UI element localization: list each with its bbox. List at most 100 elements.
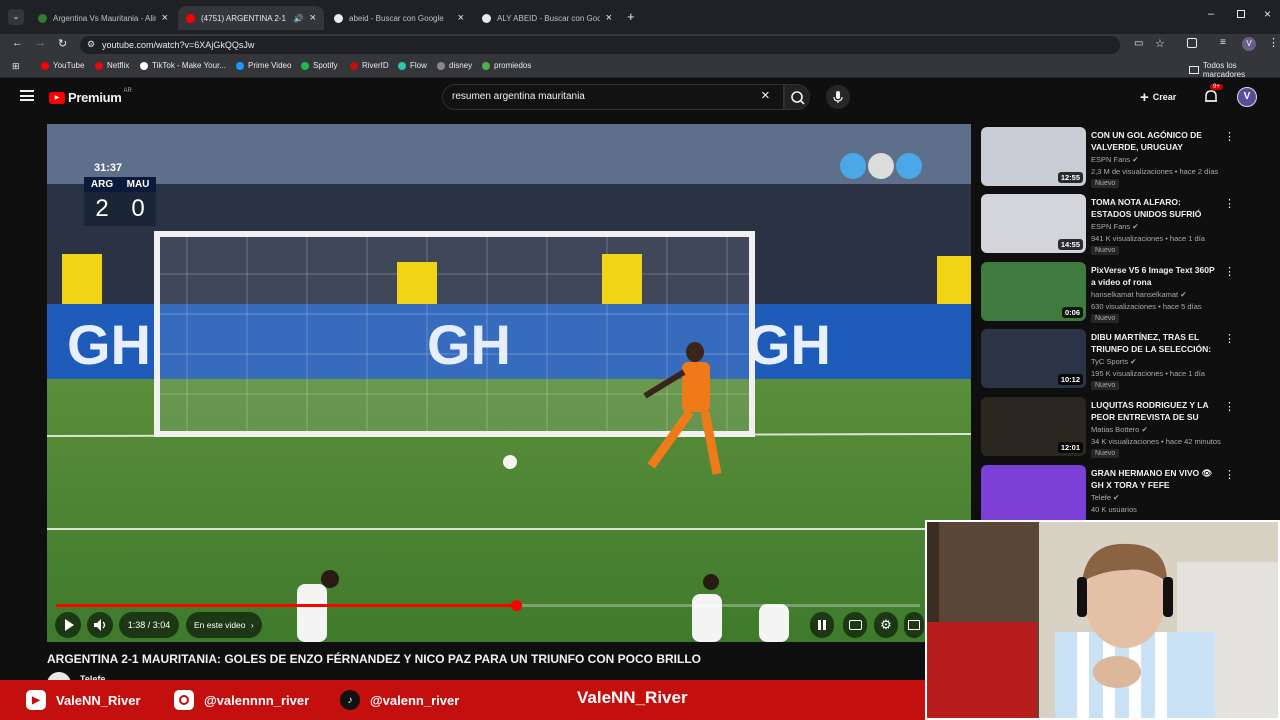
search-input[interactable]: resumen argentina mauritania × <box>442 84 784 110</box>
youtube-logo[interactable]: ▶ Premium AR <box>49 88 132 105</box>
forward-arrow-icon[interactable]: → <box>35 37 46 49</box>
recommendation-item[interactable]: GRAN HERMANO EN VIVO 👁 GH X TORA Y FEFE T… <box>981 465 1241 527</box>
tab-favicon-icon <box>186 13 195 23</box>
social-instagram: @valennnn_river <box>174 690 309 710</box>
settings-button[interactable]: ⚙ <box>874 612 898 638</box>
video-thumbnail[interactable]: 14:55 <box>981 194 1086 253</box>
bookmark-disney[interactable]: disney <box>437 61 472 70</box>
video-thumbnail[interactable]: 0:06 <box>981 262 1086 321</box>
bookmark-tiktok[interactable]: TikTok - Make Your... <box>140 61 226 70</box>
volume-button[interactable] <box>87 612 113 638</box>
bookmark-netflix[interactable]: Netflix <box>95 61 129 70</box>
video-thumbnail[interactable]: 10:12 <box>981 329 1086 388</box>
bookmark-promiedos[interactable]: promiedos <box>482 61 531 70</box>
video-thumbnail[interactable]: 12:55 <box>981 127 1086 186</box>
tab-search-button[interactable]: ⌄ <box>8 9 24 25</box>
maximize-button[interactable] <box>1237 10 1245 18</box>
recommendation-title[interactable]: TOMA NOTA ALFARO: ESTADOS UNIDOS SUFRIÓ … <box>1091 196 1217 220</box>
social-youtube: ▶ ValeNN_River <box>26 690 141 710</box>
more-options-icon[interactable]: ⋮ <box>1224 265 1235 278</box>
recommendation-channel[interactable]: Telefe ✔ <box>1091 493 1119 502</box>
video-thumbnail[interactable] <box>981 465 1086 524</box>
browser-tab-2[interactable]: abeid - Buscar con Google × <box>326 6 472 30</box>
minimize-button[interactable]: – <box>1208 8 1214 20</box>
search-button[interactable] <box>784 84 810 110</box>
reload-icon[interactable]: ↻ <box>58 37 67 50</box>
verified-icon: ✔ <box>1113 493 1120 502</box>
tiktok-icon: ♪ <box>340 690 360 710</box>
recommendation-channel[interactable]: ESPN Fans ✔ <box>1091 222 1139 231</box>
recommendation-title[interactable]: PixVerse V5 6 Image Text 360P a video of… <box>1091 264 1217 288</box>
recommendation-channel[interactable]: hanselkamat hanselkamat ✔ <box>1091 290 1187 299</box>
bookmark-riverid[interactable]: RiverID <box>350 61 389 70</box>
audio-icon[interactable]: 🔊 <box>294 14 304 23</box>
recommendation-item[interactable]: 0:06 PixVerse V5 6 Image Text 360P a vide… <box>981 262 1241 324</box>
more-options-icon[interactable]: ⋮ <box>1224 197 1235 210</box>
browser-tab-0[interactable]: Argentina Vs Mauritania - Aline × <box>30 6 176 30</box>
tab-title: (4751) ARGENTINA 2-1 MA <box>201 13 288 23</box>
bookmark-youtube[interactable]: YouTube <box>41 61 84 70</box>
video-progress-bar[interactable] <box>56 600 920 611</box>
more-options-icon[interactable]: ⋮ <box>1224 332 1235 345</box>
all-bookmarks-label: Todos los marcadores <box>1202 61 1246 79</box>
more-options-icon[interactable]: ⋮ <box>1224 130 1235 143</box>
spotify-icon <box>301 61 309 70</box>
recommendation-channel[interactable]: Matias Bottero ✔ <box>1091 425 1148 434</box>
recommendation-channel[interactable]: ESPN Fans ✔ <box>1091 155 1139 164</box>
recommendation-item[interactable]: 12:01 LUQUITAS RODRIGUEZ Y LA PEOR ENTREV… <box>981 397 1241 459</box>
promiedos-icon <box>482 61 490 70</box>
bookmark-star-icon[interactable]: ☆ <box>1155 37 1165 50</box>
recommendation-item[interactable]: 10:12 DIBU MARTÍNEZ, TRAS EL TRIUNFO DE L… <box>981 329 1241 391</box>
recommendation-title[interactable]: DIBU MARTÍNEZ, TRAS EL TRIUNFO DE LA SEL… <box>1091 331 1217 355</box>
browser-tab-3[interactable]: ALY ABEID - Buscar con Google × <box>474 6 620 30</box>
gear-icon: ⚙ <box>880 617 892 632</box>
video-player[interactable]: GH GH GH <box>47 124 971 642</box>
close-icon[interactable]: × <box>162 12 168 24</box>
chapter-button[interactable]: En este video › <box>186 612 262 638</box>
bookmark-flow[interactable]: Flow <box>398 61 427 70</box>
video-thumbnail[interactable]: 12:01 <box>981 397 1086 456</box>
close-icon[interactable]: × <box>606 12 612 24</box>
recommendation-title[interactable]: LUQUITAS RODRIGUEZ Y LA PEOR ENTREVISTA … <box>1091 399 1217 423</box>
extensions-icon[interactable] <box>1187 38 1197 48</box>
profile-avatar[interactable]: V <box>1242 37 1256 51</box>
site-info-icon[interactable]: ⚙ <box>87 39 95 50</box>
recommendation-item[interactable]: 14:55 TOMA NOTA ALFARO: ESTADOS UNIDOS SU… <box>981 194 1241 256</box>
recommendation-title[interactable]: GRAN HERMANO EN VIVO 👁 GH X TORA Y FEFE <box>1091 467 1217 491</box>
recommendation-channel[interactable]: TyC Sports ✔ <box>1091 357 1136 366</box>
browser-tab-1[interactable]: (4751) ARGENTINA 2-1 MA 🔊 × <box>178 6 324 30</box>
apps-icon[interactable]: ⊞ <box>12 61 20 72</box>
cast-icon[interactable]: ▭ <box>1134 38 1143 49</box>
notifications-button[interactable]: 9+ <box>1202 84 1223 106</box>
menu-icon[interactable]: ⋮ <box>1268 36 1279 49</box>
recommendation-meta: 34 K visualizaciones • hace 42 minutos <box>1091 437 1221 446</box>
new-tab-button[interactable]: + <box>627 9 635 24</box>
bell-icon <box>1205 90 1217 102</box>
miniplayer-button[interactable] <box>904 612 924 638</box>
account-avatar[interactable]: V <box>1237 87 1257 107</box>
close-window-button[interactable]: × <box>1264 7 1271 21</box>
clear-search-icon[interactable]: × <box>761 87 770 104</box>
close-icon[interactable]: × <box>458 12 464 24</box>
voice-search-button[interactable] <box>826 85 850 109</box>
autoplay-toggle[interactable] <box>810 612 834 638</box>
recommendation-title[interactable]: CON UN GOL AGÓNICO DE VALVERDE, URUGUAY … <box>1091 129 1217 153</box>
bookmark-prime-video[interactable]: Prime Video <box>236 61 291 70</box>
more-options-icon[interactable]: ⋮ <box>1224 400 1235 413</box>
bookmark-label: TikTok - Make Your... <box>152 61 226 70</box>
all-bookmarks[interactable]: Todos los marcadores <box>1189 61 1280 79</box>
address-bar[interactable]: ⚙ youtube.com/watch?v=6XAjGkQQsJw ▭ <box>80 36 1143 54</box>
instagram-icon <box>174 690 194 710</box>
back-arrow-icon[interactable]: ← <box>12 37 23 49</box>
media-icon[interactable]: ≡ <box>1220 37 1226 48</box>
volume-icon <box>94 619 106 631</box>
subtitles-button[interactable] <box>843 612 867 638</box>
tab-favicon-icon <box>482 13 491 23</box>
play-button[interactable] <box>55 612 81 638</box>
create-button[interactable]: + Crear <box>1140 86 1176 108</box>
recommendation-item[interactable]: 12:55 CON UN GOL AGÓNICO DE VALVERDE, URU… <box>981 127 1241 189</box>
hamburger-menu-icon[interactable] <box>20 90 34 101</box>
close-icon[interactable]: × <box>310 12 316 24</box>
more-options-icon[interactable]: ⋮ <box>1224 468 1235 481</box>
bookmark-spotify[interactable]: Spotify <box>301 61 337 70</box>
